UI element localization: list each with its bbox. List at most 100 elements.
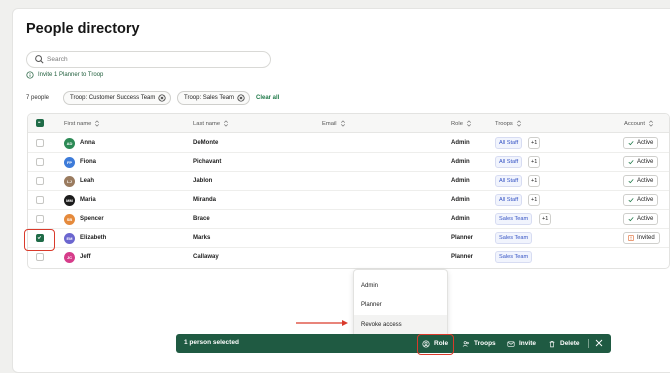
more-troops-badge[interactable]: +1 (539, 213, 552, 225)
avatar: LJ (64, 176, 75, 187)
filter-chip-sales-team[interactable]: Troop: Sales Team (177, 91, 251, 105)
table-row[interactable]: EM Elizabeth Marks Planner Sales Team In… (28, 229, 669, 248)
table-row[interactable]: AD Anna DeMonte Admin All Staff +1 Activ… (28, 134, 669, 153)
bar-divider (588, 339, 589, 348)
menu-item-revoke-access[interactable]: Revoke access (354, 315, 447, 334)
first-name: Jeff (80, 254, 91, 260)
users-icon (462, 340, 469, 347)
col-label: Troops (495, 120, 513, 127)
col-email[interactable]: Email (322, 120, 346, 127)
search-box[interactable] (26, 51, 271, 68)
sort-icon (95, 120, 100, 127)
filter-chip-customer-success[interactable]: Troop: Customer Success Team (63, 91, 172, 105)
role-button-highlight (417, 334, 454, 355)
last-name: Miranda (193, 197, 217, 203)
table-row[interactable]: MM Maria Miranda Admin All Staff +1 Acti… (28, 191, 669, 210)
last-name: Brace (193, 216, 210, 222)
annotation-arrow-icon (296, 320, 348, 326)
row-checkbox[interactable] (36, 215, 44, 223)
check-icon (628, 217, 634, 222)
account-status-active[interactable]: Active (623, 137, 659, 149)
troop-badge[interactable]: All Staff (495, 137, 523, 149)
last-name: Jablon (193, 178, 213, 184)
menu-item-admin[interactable]: Admin (354, 276, 447, 295)
trash-icon (549, 340, 555, 347)
account-status-label: Invited (637, 235, 655, 241)
delete-button[interactable]: Delete (548, 337, 580, 350)
more-troops-badge[interactable]: +1 (528, 156, 541, 168)
account-status-invited[interactable]: Invited (623, 232, 660, 244)
first-name: Fiona (80, 159, 96, 165)
col-role[interactable]: Role (451, 120, 472, 127)
col-last-name[interactable]: Last name (193, 120, 229, 127)
row-checkbox[interactable] (36, 253, 44, 261)
col-label: Role (451, 120, 463, 127)
troop-badge[interactable]: All Staff (495, 156, 523, 168)
sort-icon (516, 120, 521, 127)
row-checkbox[interactable] (36, 177, 44, 185)
close-circle-icon[interactable] (237, 94, 245, 102)
table-row[interactable]: LJ Leah Jablon Admin All Staff +1 Active (28, 172, 669, 191)
search-input[interactable] (47, 53, 257, 66)
role: Planner (451, 235, 474, 241)
troop-badge[interactable]: Sales Team (495, 251, 533, 263)
more-troops-badge[interactable]: +1 (528, 194, 541, 206)
troop-badge[interactable]: All Staff (495, 175, 523, 187)
check-icon (628, 179, 634, 184)
first-name: Spencer (80, 216, 104, 222)
first-name: Leah (80, 178, 95, 184)
invite-button[interactable]: Invite (507, 337, 536, 350)
col-account[interactable]: Account (624, 120, 654, 127)
table-row[interactable]: JC Jeff Callaway Planner Sales Team (28, 248, 669, 267)
filter-chip-label: Troop: Customer Success Team (70, 95, 156, 101)
role: Admin (451, 197, 470, 203)
sort-icon (340, 120, 345, 127)
invite-planner-link[interactable]: Invite 1 Planner to Troop (26, 71, 103, 79)
clear-all-filters[interactable]: Clear all (256, 95, 279, 101)
menu-item-planner[interactable]: Planner (354, 295, 447, 314)
account-status-active[interactable]: Active (623, 175, 659, 187)
check-icon (628, 160, 634, 165)
last-name: Marks (193, 235, 211, 241)
page-title: People directory (26, 21, 140, 37)
alert-icon (628, 235, 634, 241)
account-status-active[interactable]: Active (623, 194, 659, 206)
role: Planner (451, 254, 474, 260)
filter-chip-label: Troop: Sales Team (184, 95, 235, 101)
col-troops[interactable]: Troops (495, 120, 522, 127)
sort-icon (466, 120, 471, 127)
more-troops-badge[interactable]: +1 (528, 175, 541, 187)
close-circle-icon[interactable] (158, 94, 166, 102)
account-status-label: Active (637, 159, 654, 165)
invite-button-label: Invite (519, 340, 536, 347)
col-label: Email (322, 120, 337, 127)
col-label: First name (64, 120, 92, 127)
account-status-active[interactable]: Active (623, 213, 659, 225)
row-checkbox[interactable] (36, 158, 44, 166)
col-label: Last name (193, 120, 221, 127)
avatar: JC (64, 252, 75, 263)
row-checkbox[interactable] (36, 196, 44, 204)
avatar: SB (64, 214, 75, 225)
avatar: AD (64, 138, 75, 149)
table-row[interactable]: SB Spencer Brace Admin Sales Team +1 Act… (28, 210, 669, 229)
people-table: First name Last name Email Role Troops A… (27, 113, 670, 269)
table-row[interactable]: FP Fiona Pichavant Admin All Staff +1 Ac… (28, 153, 669, 172)
troop-badge[interactable]: All Staff (495, 194, 523, 206)
delete-button-label: Delete (560, 340, 580, 347)
invite-planner-label: Invite 1 Planner to Troop (38, 72, 104, 78)
troop-badge[interactable]: Sales Team (495, 213, 533, 225)
minus-icon (38, 121, 41, 123)
first-name: Elizabeth (80, 235, 107, 241)
troops-button[interactable]: Troops (462, 337, 496, 350)
row-checkbox[interactable] (36, 139, 44, 147)
sort-icon (648, 120, 653, 127)
account-status-active[interactable]: Active (623, 156, 659, 168)
role: Admin (451, 178, 470, 184)
col-first-name[interactable]: First name (64, 120, 100, 127)
close-icon[interactable] (595, 339, 603, 347)
select-all-checkbox[interactable] (36, 119, 44, 127)
more-troops-badge[interactable]: +1 (528, 137, 541, 149)
troop-badge[interactable]: Sales Team (495, 232, 533, 244)
account-status-label: Active (637, 197, 654, 203)
